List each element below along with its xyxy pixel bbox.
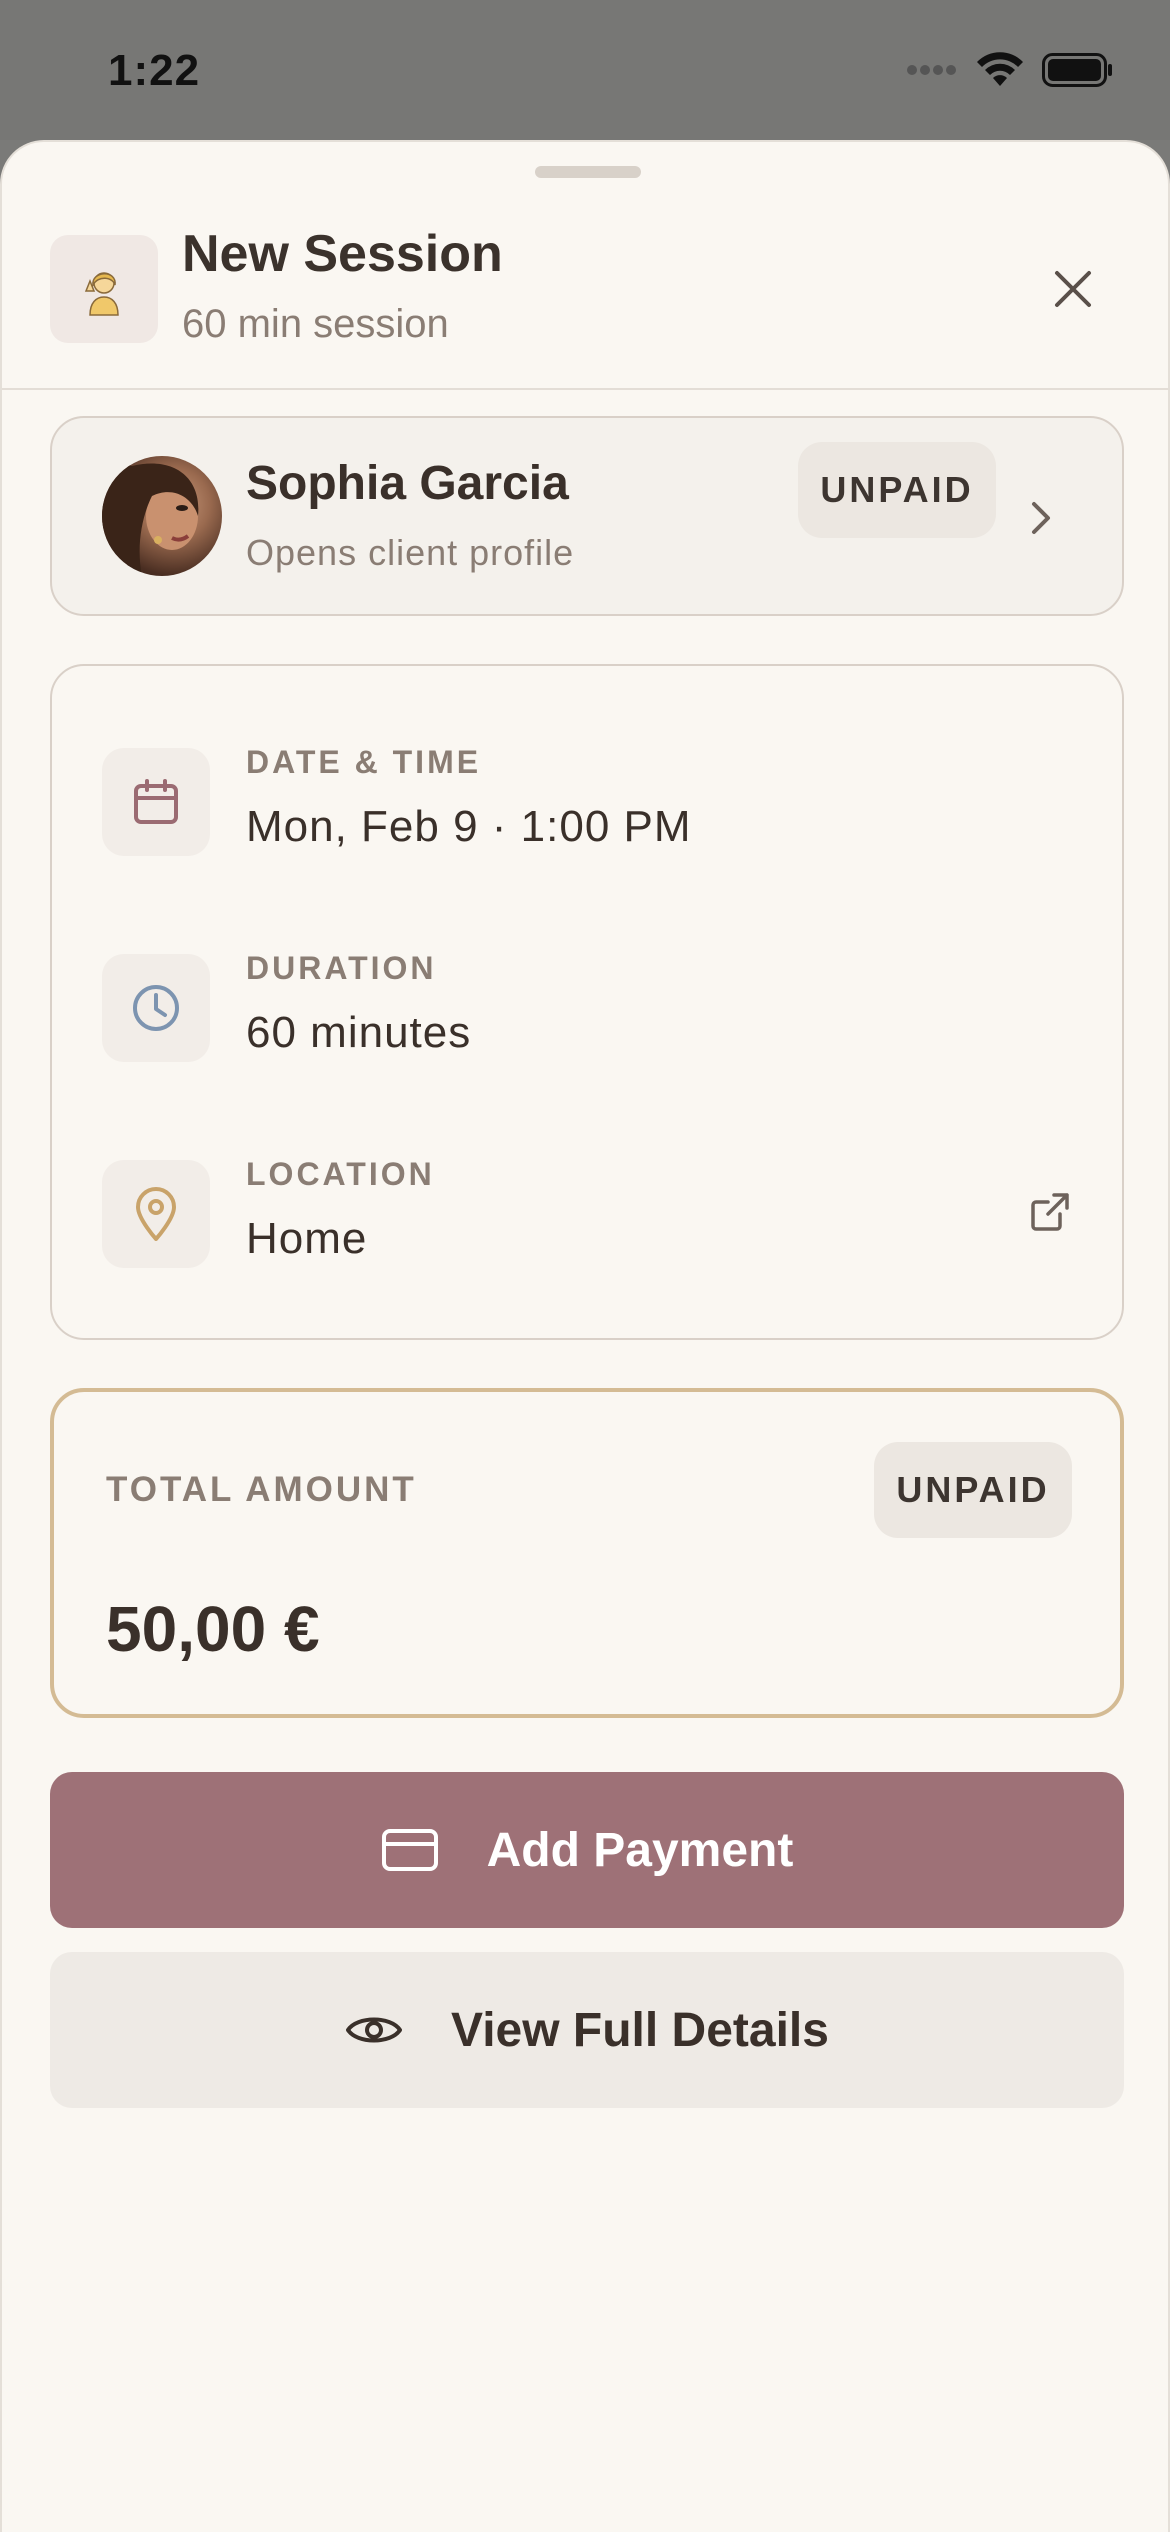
calendar-icon-tile bbox=[102, 748, 210, 856]
payment-status-badge: UNPAID bbox=[874, 1442, 1072, 1538]
sheet-grabber[interactable] bbox=[535, 166, 641, 178]
status-bar: 1:22 bbox=[0, 0, 1170, 140]
client-status-badge: UNPAID bbox=[798, 442, 996, 538]
session-sheet: New Session 60 min session Sophia Garcia… bbox=[0, 140, 1170, 2532]
close-icon bbox=[1055, 271, 1091, 307]
client-avatar bbox=[102, 456, 222, 576]
client-profile-hint: Opens client profile bbox=[246, 532, 575, 573]
page-subtitle: 60 min session bbox=[182, 302, 449, 346]
eye-icon bbox=[346, 2017, 403, 2043]
detail-row-date-time: DATE & TIME Mon, Feb 9 · 1:00 PM bbox=[52, 738, 1122, 888]
close-button[interactable] bbox=[1048, 264, 1098, 314]
total-amount-card: TOTAL AMOUNT UNPAID 50,00 € bbox=[50, 1388, 1124, 1718]
add-payment-button[interactable]: Add Payment bbox=[50, 1772, 1124, 1928]
detail-row-location[interactable]: LOCATION Home bbox=[52, 1150, 1122, 1300]
header-divider bbox=[2, 388, 1170, 390]
calendar-icon bbox=[134, 779, 178, 824]
client-card[interactable]: Sophia Garcia Opens client profile UNPAI… bbox=[50, 416, 1124, 616]
date-time-value: Mon, Feb 9 · 1:00 PM bbox=[246, 802, 692, 851]
detail-row-duration: DURATION 60 minutes bbox=[52, 944, 1122, 1094]
total-amount-value: 50,00 € bbox=[106, 1593, 320, 1665]
map-pin-icon-tile bbox=[102, 1160, 210, 1268]
map-pin-icon bbox=[136, 1187, 176, 1241]
session-type-icon bbox=[50, 235, 158, 343]
cellular-signal-icon bbox=[907, 65, 956, 75]
date-time-label: DATE & TIME bbox=[246, 744, 482, 780]
open-location-button[interactable] bbox=[1028, 1190, 1072, 1234]
status-time: 1:22 bbox=[108, 46, 201, 95]
credit-card-icon bbox=[381, 1829, 438, 1871]
status-icons bbox=[906, 52, 1114, 88]
wifi-icon bbox=[977, 52, 1023, 86]
external-link-icon bbox=[1031, 1193, 1069, 1231]
client-name: Sophia Garcia bbox=[246, 457, 569, 510]
woman-emoji-icon bbox=[84, 272, 119, 316]
duration-value: 60 minutes bbox=[246, 1008, 472, 1057]
battery-icon bbox=[1042, 53, 1112, 87]
location-label: LOCATION bbox=[246, 1156, 435, 1192]
page-title: New Session bbox=[182, 225, 503, 283]
location-value: Home bbox=[246, 1214, 368, 1263]
view-full-details-label: View Full Details bbox=[451, 2003, 829, 2057]
chevron-right-icon bbox=[1022, 498, 1062, 538]
clock-icon bbox=[133, 985, 179, 1031]
duration-label: DURATION bbox=[246, 950, 437, 986]
total-amount-label: TOTAL AMOUNT bbox=[106, 1470, 417, 1509]
add-payment-label: Add Payment bbox=[486, 1823, 794, 1877]
session-details-card: DATE & TIME Mon, Feb 9 · 1:00 PM DURATIO… bbox=[50, 664, 1124, 1340]
view-full-details-button[interactable]: View Full Details bbox=[50, 1952, 1124, 2108]
clock-icon-tile bbox=[102, 954, 210, 1062]
